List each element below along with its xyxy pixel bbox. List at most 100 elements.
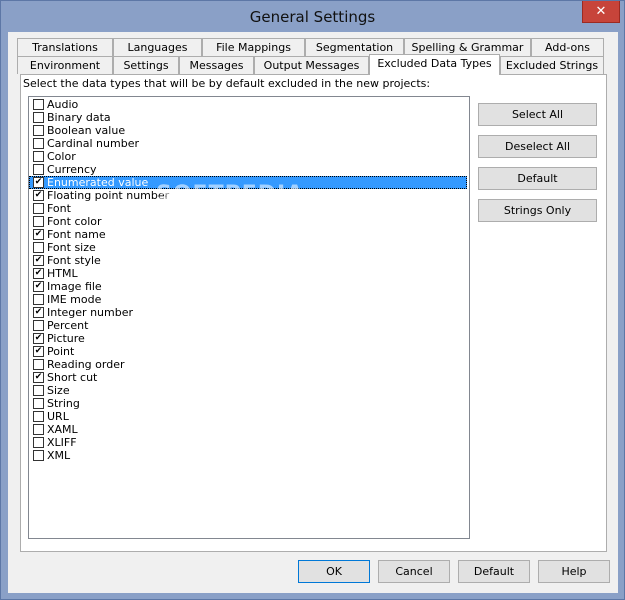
list-item[interactable]: String (29, 397, 467, 410)
list-item[interactable]: ✔ Font style (29, 254, 467, 267)
list-item-label: Reading order (47, 358, 125, 371)
list-item[interactable]: Font size (29, 241, 467, 254)
list-item[interactable]: ✔ HTML (29, 267, 467, 280)
checkbox[interactable] (33, 359, 44, 370)
list-item-label: URL (47, 410, 69, 423)
default-types-button[interactable]: Default (478, 167, 597, 190)
checkbox[interactable] (33, 294, 44, 305)
checkbox[interactable] (33, 112, 44, 123)
list-item[interactable]: XML (29, 449, 467, 462)
checkbox[interactable] (33, 411, 44, 422)
tab-excluded-strings[interactable]: Excluded Strings (500, 56, 604, 74)
list-item-label: Image file (47, 280, 102, 293)
list-item-label: HTML (47, 267, 78, 280)
checkbox[interactable] (33, 320, 44, 331)
list-item[interactable]: Size (29, 384, 467, 397)
checkbox[interactable]: ✔ (33, 333, 44, 344)
list-item-label: Font size (47, 241, 96, 254)
list-item-label: Integer number (47, 306, 133, 319)
list-item-label: Size (47, 384, 70, 397)
tab-settings[interactable]: Settings (113, 56, 179, 74)
cancel-button[interactable]: Cancel (378, 560, 450, 583)
list-item-label: Enumerated value (47, 176, 149, 189)
tab-environment[interactable]: Environment (17, 56, 113, 74)
list-item-label: Cardinal number (47, 137, 139, 150)
checkbox[interactable]: ✔ (33, 255, 44, 266)
list-item-label: Point (47, 345, 75, 358)
checkbox[interactable]: ✔ (33, 372, 44, 383)
watermark: SOFTPEDIA (156, 182, 305, 207)
checkbox[interactable] (33, 437, 44, 448)
checkbox[interactable]: ✔ (33, 229, 44, 240)
list-item[interactable]: ✔ Image file (29, 280, 467, 293)
list-item[interactable]: Currency (29, 163, 467, 176)
title-bar[interactable]: General Settings ✕ (1, 1, 624, 31)
tab-output-messages[interactable]: Output Messages (254, 56, 369, 74)
tab-file-mappings[interactable]: File Mappings (202, 38, 305, 56)
list-item[interactable]: ✔ Picture (29, 332, 467, 345)
checkbox[interactable] (33, 164, 44, 175)
checkbox[interactable] (33, 138, 44, 149)
list-item[interactable]: URL (29, 410, 467, 423)
list-item-label: Font style (47, 254, 101, 267)
list-item[interactable]: Audio (29, 98, 467, 111)
checkbox[interactable]: ✔ (33, 268, 44, 279)
checkbox[interactable]: ✔ (33, 281, 44, 292)
checkbox[interactable] (33, 151, 44, 162)
close-button[interactable]: ✕ (582, 1, 620, 23)
tab-messages[interactable]: Messages (179, 56, 254, 74)
list-item-label: Font name (47, 228, 106, 241)
help-button[interactable]: Help (538, 560, 610, 583)
checkbox[interactable] (33, 385, 44, 396)
list-item-label: Percent (47, 319, 89, 332)
checkbox[interactable]: ✔ (33, 346, 44, 357)
tab-add-ons[interactable]: Add-ons (531, 38, 604, 56)
list-item-label: Floating point number (47, 189, 170, 202)
checkbox[interactable]: ✔ (33, 307, 44, 318)
list-item-label: Font color (47, 215, 102, 228)
default-button[interactable]: Default (458, 560, 530, 583)
checkbox[interactable] (33, 398, 44, 409)
checkbox[interactable]: ✔ (33, 190, 44, 201)
list-item[interactable]: Color (29, 150, 467, 163)
list-item-label: Boolean value (47, 124, 126, 137)
tab-languages[interactable]: Languages (113, 38, 202, 56)
select-all-button[interactable]: Select All (478, 103, 597, 126)
list-item-label: Color (47, 150, 76, 163)
list-item[interactable]: Reading order (29, 358, 467, 371)
list-item[interactable]: Binary data (29, 111, 467, 124)
data-types-list[interactable]: Audio Binary data Boolean value Cardinal nu… (28, 96, 470, 539)
list-item-label: Binary data (47, 111, 111, 124)
checkbox[interactable] (33, 99, 44, 110)
list-item[interactable]: Percent (29, 319, 467, 332)
tab-translations[interactable]: Translations (17, 38, 113, 56)
dialog-client: Translations Languages File Mappings Seg… (8, 32, 618, 593)
list-item[interactable]: XAML (29, 423, 467, 436)
ok-button[interactable]: OK (298, 560, 370, 583)
checkbox[interactable]: ✔ (33, 177, 44, 188)
list-item[interactable]: ✔ Short cut (29, 371, 467, 384)
checkbox[interactable] (33, 424, 44, 435)
list-item[interactable]: Boolean value (29, 124, 467, 137)
checkbox[interactable] (33, 203, 44, 214)
strings-only-button[interactable]: Strings Only (478, 199, 597, 222)
list-item[interactable]: ✔ Integer number (29, 306, 467, 319)
list-item-label: Short cut (47, 371, 98, 384)
list-item[interactable]: ✔ Point (29, 345, 467, 358)
list-item[interactable]: XLIFF (29, 436, 467, 449)
window-title: General Settings (249, 8, 376, 26)
checkbox[interactable] (33, 216, 44, 227)
checkbox[interactable] (33, 125, 44, 136)
list-item[interactable]: Cardinal number (29, 137, 467, 150)
checkbox[interactable] (33, 450, 44, 461)
close-icon: ✕ (595, 4, 607, 19)
deselect-all-button[interactable]: Deselect All (478, 135, 597, 158)
list-item[interactable]: Font color (29, 215, 467, 228)
list-item-label: String (47, 397, 80, 410)
list-item-label: XAML (47, 423, 78, 436)
list-item[interactable]: IME mode (29, 293, 467, 306)
list-item[interactable]: ✔ Font name (29, 228, 467, 241)
list-item-label: XLIFF (47, 436, 77, 449)
tab-excluded-data-types[interactable]: Excluded Data Types (369, 54, 500, 75)
checkbox[interactable] (33, 242, 44, 253)
